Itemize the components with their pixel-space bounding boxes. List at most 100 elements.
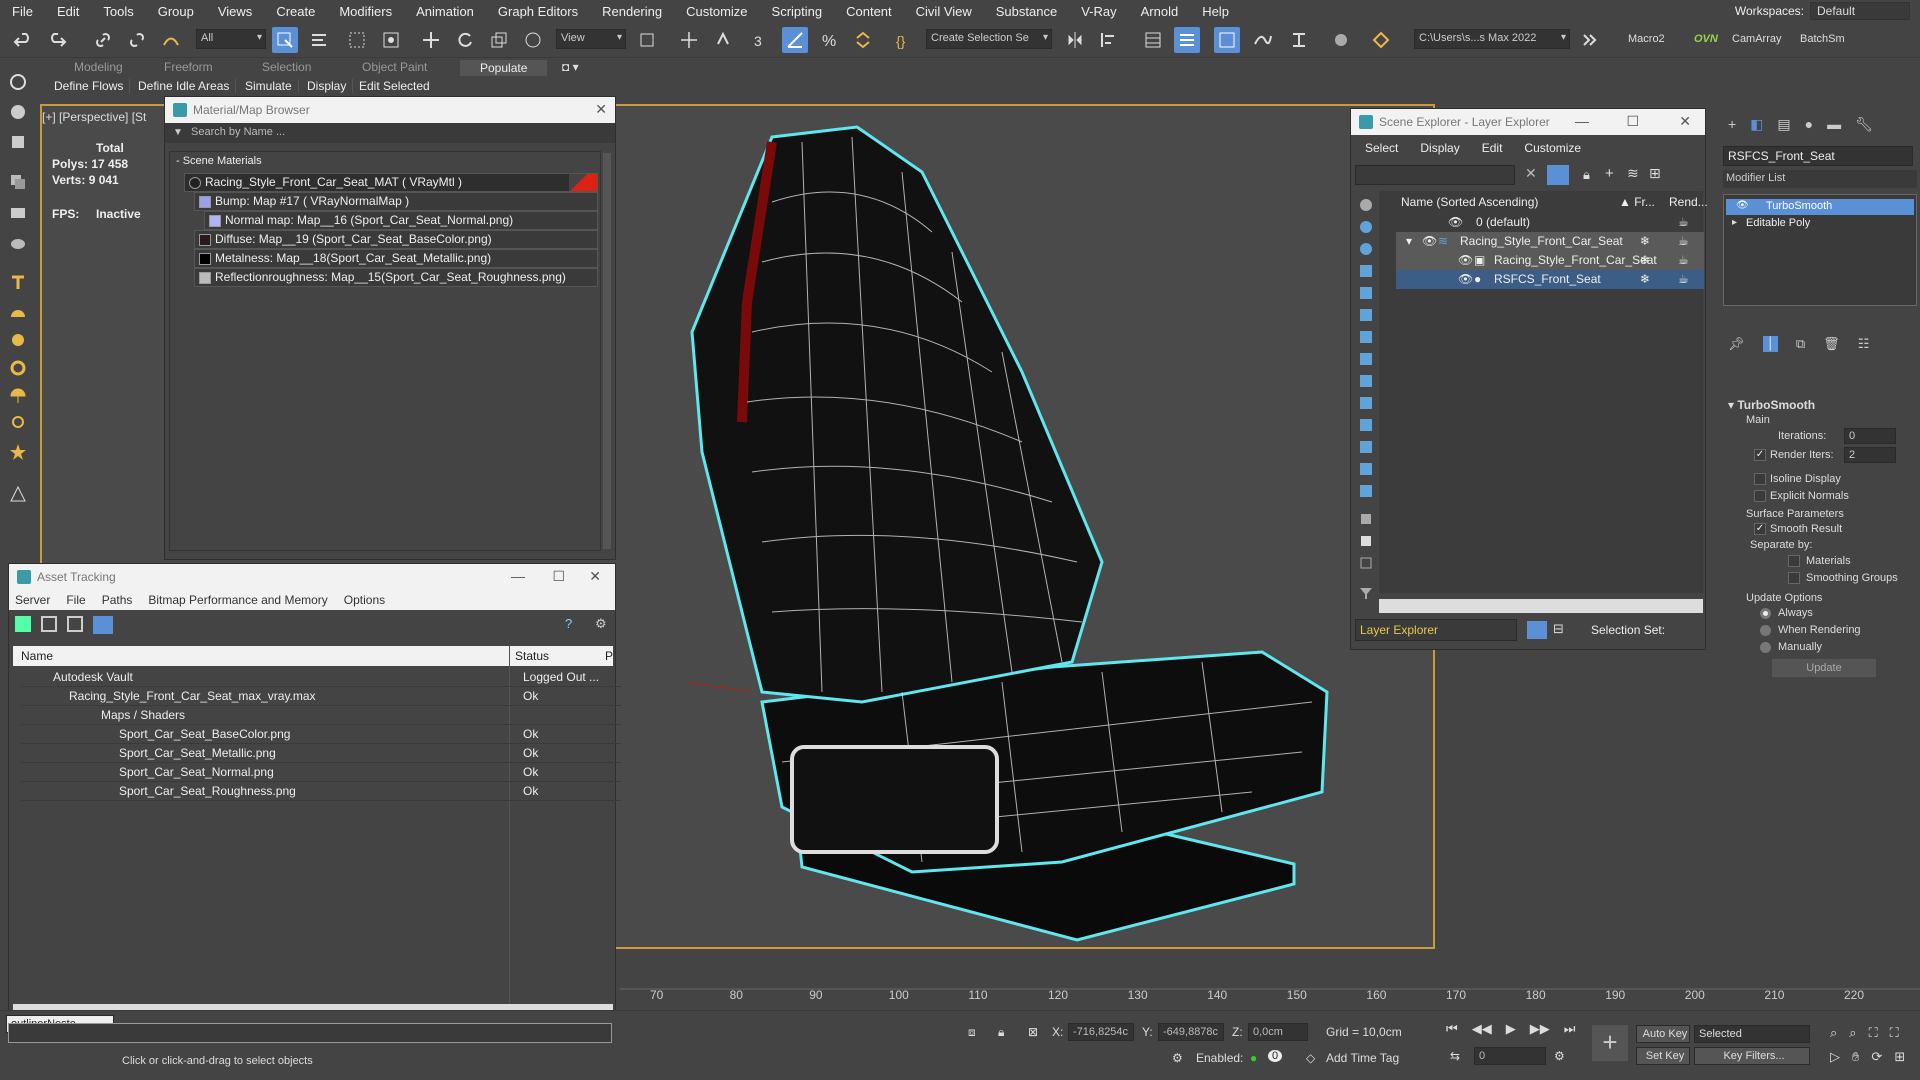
edit-selected-button[interactable]: Edit Selected xyxy=(359,79,436,93)
menu-create[interactable]: Create xyxy=(276,4,315,19)
add-time-tag-button[interactable]: Add Time Tag xyxy=(1326,1051,1399,1065)
y-coordinate-field[interactable]: -649,8878c xyxy=(1158,1023,1224,1041)
menu-v-ray[interactable]: V-Ray xyxy=(1081,4,1116,19)
material-search-input[interactable]: Search by Name ... xyxy=(165,123,615,143)
place-icon[interactable] xyxy=(520,27,546,53)
scale-icon[interactable] xyxy=(486,27,512,53)
unlink-icon[interactable] xyxy=(124,27,150,53)
iterations-spinner[interactable]: 0 xyxy=(1844,428,1896,444)
menu-arnold[interactable]: Arnold xyxy=(1141,4,1179,19)
settings-icon[interactable]: ⚙ xyxy=(595,616,607,632)
table-row[interactable]: Autodesk Vault Logged Out ... xyxy=(21,668,621,687)
menu-modifiers[interactable]: Modifiers xyxy=(339,4,392,19)
rotate-icon[interactable] xyxy=(452,27,478,53)
lights-filter-icon[interactable] xyxy=(1355,261,1377,281)
materials-checkbox[interactable] xyxy=(1788,555,1800,567)
scene-materials-group[interactable]: - Scene Materials xyxy=(176,155,262,167)
object-name-field[interactable]: RSFCS_Front_Seat xyxy=(1723,146,1913,166)
layer-row-car-seat[interactable]: ▾ 👁︎ ≋ Racing_Style_Front_Car_Seat ❄ ☕︎ xyxy=(1396,232,1704,251)
menu-paths[interactable]: Paths xyxy=(102,593,133,610)
orbit-icon[interactable]: ⟳ xyxy=(1871,1049,1882,1065)
visible-filter-icon[interactable] xyxy=(1355,481,1377,501)
table-row[interactable]: Sport_Car_Seat_Metallic.png Ok xyxy=(21,744,621,763)
geometry-filter-icon[interactable] xyxy=(1355,217,1377,237)
project-path-dropdown[interactable]: C:\Users\s...s Max 2022 xyxy=(1414,29,1570,49)
selection-filter-dropdown[interactable]: All xyxy=(196,29,266,49)
when-rendering-radio[interactable] xyxy=(1760,625,1771,636)
adaptive-degradation-icon[interactable]: ⚙ xyxy=(1172,1051,1183,1065)
pin-stack-icon[interactable]: 📌︎ xyxy=(1728,336,1745,352)
table-row[interactable]: Racing_Style_Front_Car_Seat_max_vray.max… xyxy=(21,687,621,706)
create-tab-icon[interactable]: + xyxy=(1728,116,1736,133)
column-name[interactable]: Name xyxy=(21,649,53,663)
hierarchy-mode-icon[interactable]: ⊟ xyxy=(1553,621,1564,637)
menu-graph-editors[interactable]: Graph Editors xyxy=(498,4,578,19)
toolbar-overflow-icon[interactable] xyxy=(1576,27,1602,53)
zoom-extents-all-icon[interactable]: ⛶ xyxy=(1890,1025,1899,1041)
metalness-map-row[interactable]: Metalness: Map__18(Sport_Car_Seat_Metall… xyxy=(194,249,598,268)
close-icon[interactable]: ✕ xyxy=(589,568,601,585)
link-icon[interactable] xyxy=(90,27,116,53)
bones-filter-icon[interactable] xyxy=(1355,393,1377,413)
layers-icon[interactable] xyxy=(6,170,30,194)
viewport-label[interactable]: [+] [Perspective] [St xyxy=(42,110,146,124)
table-row[interactable]: Sport_Car_Seat_Normal.png Ok xyxy=(21,763,621,782)
named-selection-dropdown[interactable]: Create Selection Se xyxy=(926,29,1052,49)
menu-help[interactable]: Help xyxy=(1202,4,1229,19)
smoothing-groups-checkbox[interactable] xyxy=(1788,572,1800,584)
table-row[interactable]: Sport_Car_Seat_BaseColor.png Ok xyxy=(21,725,621,744)
modify-tab-icon[interactable]: ◧ xyxy=(1750,116,1763,133)
invert-selection-icon[interactable] xyxy=(1355,553,1377,573)
menu-bitmap-performance[interactable]: Bitmap Performance and Memory xyxy=(148,593,327,610)
maximize-viewport-icon[interactable]: ⊞ xyxy=(1894,1049,1905,1065)
zoom-all-icon[interactable]: ⌕ xyxy=(1849,1025,1856,1041)
define-idle-areas-button[interactable]: Define Idle Areas xyxy=(138,79,237,93)
thumbnail-view-icon[interactable] xyxy=(67,616,83,632)
minimize-icon[interactable]: — xyxy=(511,568,525,584)
rectangular-selection-icon[interactable] xyxy=(344,27,370,53)
x-coordinate-field[interactable]: -716,8254c xyxy=(1068,1023,1134,1041)
next-frame-icon[interactable]: ▶▶ xyxy=(1530,1021,1550,1037)
display-button[interactable]: Display xyxy=(307,79,354,93)
render-iters-checkbox[interactable]: ✓ xyxy=(1754,449,1766,461)
modifier-list-dropdown[interactable]: Modifier List xyxy=(1723,170,1917,188)
layers-icon[interactable]: ≋ xyxy=(1627,165,1639,182)
timeline-track[interactable]: 70 80 90 100 110 120 130 140 150 160 170 180 190 200 2… xyxy=(620,970,1920,1010)
object-row-front-seat[interactable]: 👁︎ ● RSFCS_Front_Seat ❄ ☕︎ xyxy=(1396,270,1704,289)
bump-map-row[interactable]: Bump: Map #17 ( VRayNormalMap ) xyxy=(194,192,598,211)
display-tab-icon[interactable]: ▬ xyxy=(1827,116,1841,133)
time-config-icon[interactable]: 0 xyxy=(1268,1050,1283,1062)
define-flows-button[interactable]: Define Flows xyxy=(54,79,131,93)
menu-group[interactable]: Group xyxy=(158,4,194,19)
roughness-map-row[interactable]: Reflectionroughness: Map__15(Sport_Car_S… xyxy=(194,268,598,287)
manually-radio[interactable] xyxy=(1760,642,1771,653)
column-name[interactable]: Name (Sorted Ascending) xyxy=(1401,195,1538,209)
zoom-icon[interactable]: ⌕ xyxy=(1830,1025,1837,1041)
material-root-row[interactable]: Racing_Style_Front_Car_Seat_MAT ( VRayMt… xyxy=(184,173,598,192)
select-object-icon[interactable] xyxy=(272,27,298,53)
macro2-button[interactable]: Macro2 xyxy=(1628,33,1665,45)
key-filters-button[interactable]: Key Filters... xyxy=(1694,1047,1810,1065)
table-row[interactable]: Sport_Car_Seat_Roughness.png Ok xyxy=(21,782,621,801)
remove-modifier-icon[interactable]: 🗑︎ xyxy=(1823,336,1840,352)
close-icon[interactable]: ✕ xyxy=(595,101,607,118)
hierarchy-tab-icon[interactable]: ▤ xyxy=(1777,116,1790,133)
cameras-filter-icon[interactable] xyxy=(1355,283,1377,303)
sphere-icon[interactable] xyxy=(6,100,30,124)
star-icon[interactable] xyxy=(6,440,30,464)
column-frozen[interactable]: ▲ Fr... xyxy=(1619,193,1655,212)
containers-filter-icon[interactable] xyxy=(1355,415,1377,435)
select-manipulate-icon[interactable] xyxy=(676,27,702,53)
refresh-icon[interactable] xyxy=(15,616,31,632)
groups-filter-icon[interactable] xyxy=(1355,349,1377,369)
keyboard-shortcut-icon[interactable] xyxy=(710,27,736,53)
diffuse-map-row[interactable]: Diffuse: Map__19 (Sport_Car_Seat_BaseCol… xyxy=(194,230,598,249)
scene-horizontal-scrollbar[interactable] xyxy=(1379,599,1703,613)
light-icon[interactable] xyxy=(6,412,30,436)
select-all-icon[interactable] xyxy=(1355,509,1377,529)
absolute-mode-icon[interactable]: ⊠ xyxy=(1028,1025,1038,1039)
layer-row-default[interactable]: 👁︎ 0 (default) ☕︎ xyxy=(1396,213,1704,232)
field-of-view-icon[interactable]: ▷ xyxy=(1830,1049,1840,1065)
column-status[interactable]: Status xyxy=(515,649,549,663)
window-crossing-icon[interactable] xyxy=(378,27,404,53)
